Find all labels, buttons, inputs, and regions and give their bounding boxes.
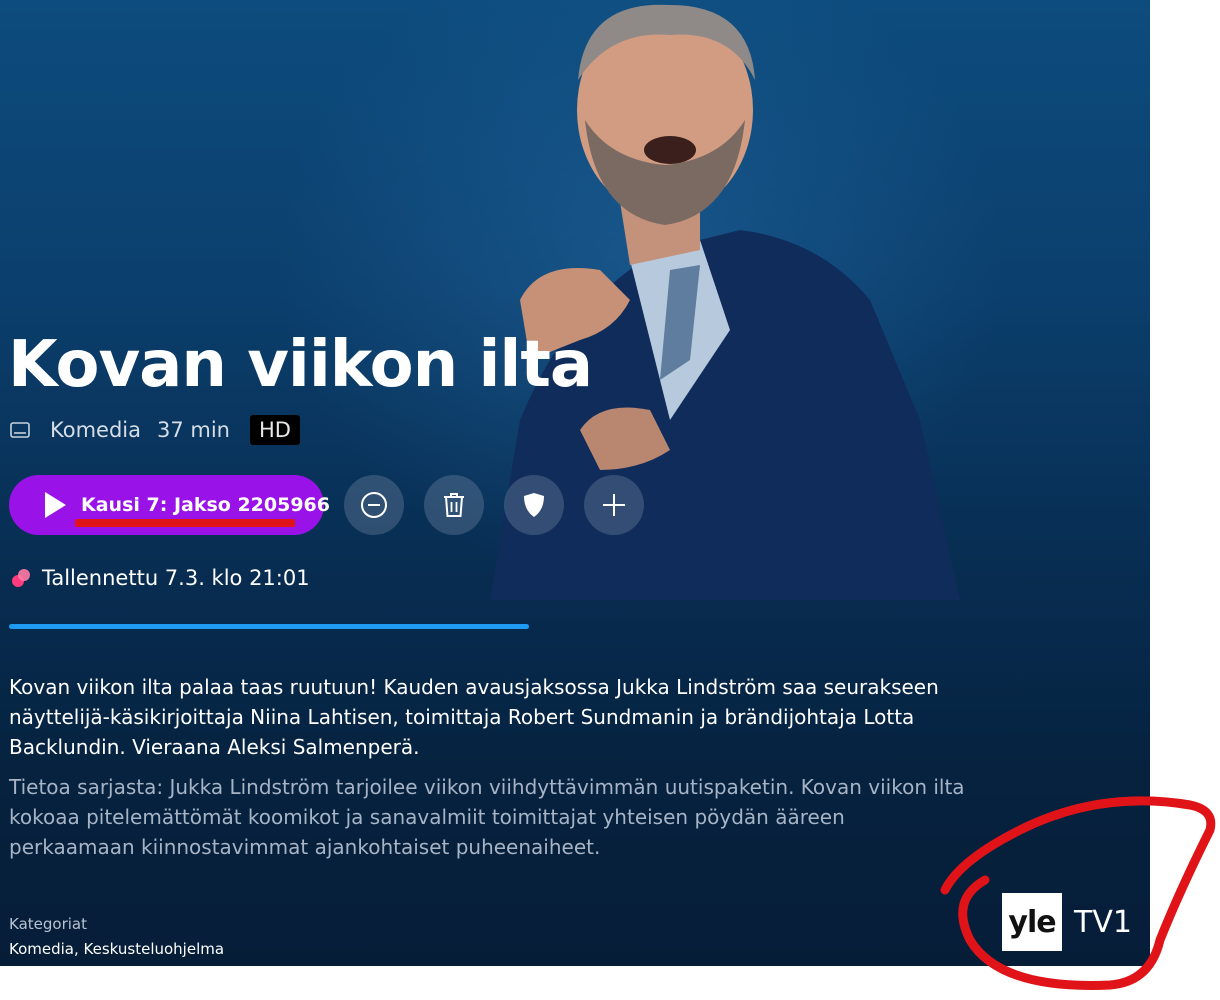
progress-bar <box>9 624 529 629</box>
series-description: Tietoa sarjasta: Jukka Lindström tarjoil… <box>9 775 965 859</box>
annotation-circle <box>940 796 1216 990</box>
categories-value: Komedia, Keskusteluohjelma <box>9 940 225 958</box>
play-icon <box>45 492 66 518</box>
program-title: Kovan viikon ilta <box>8 328 593 402</box>
shield-icon <box>524 493 544 517</box>
genre-label: Komedia <box>50 418 141 442</box>
add-button[interactable] <box>584 475 644 535</box>
delete-button[interactable] <box>424 475 484 535</box>
play-button-label: Kausi 7: Jakso 2205966 <box>81 494 330 516</box>
recording-status-text: Tallennettu 7.3. klo 21:01 <box>42 566 310 590</box>
subtitles-icon <box>10 422 30 438</box>
recording-status: Tallennettu 7.3. klo 21:01 <box>10 566 310 590</box>
hd-badge: HD <box>249 415 300 445</box>
episode-description: Kovan viikon ilta palaa taas ruutuun! Ka… <box>9 675 939 759</box>
protect-button[interactable] <box>504 475 564 535</box>
program-meta: Komedia 37 min HD <box>10 414 300 446</box>
recorded-icon <box>12 569 30 587</box>
minus-circle-icon <box>361 492 387 518</box>
plus-icon <box>603 494 625 516</box>
duration-label: 37 min <box>156 418 230 442</box>
annotation-underline <box>75 519 295 527</box>
categories-label: Kategoriat <box>9 915 87 933</box>
remove-button[interactable] <box>344 475 404 535</box>
progress-fill <box>9 624 529 629</box>
trash-icon <box>444 493 464 517</box>
